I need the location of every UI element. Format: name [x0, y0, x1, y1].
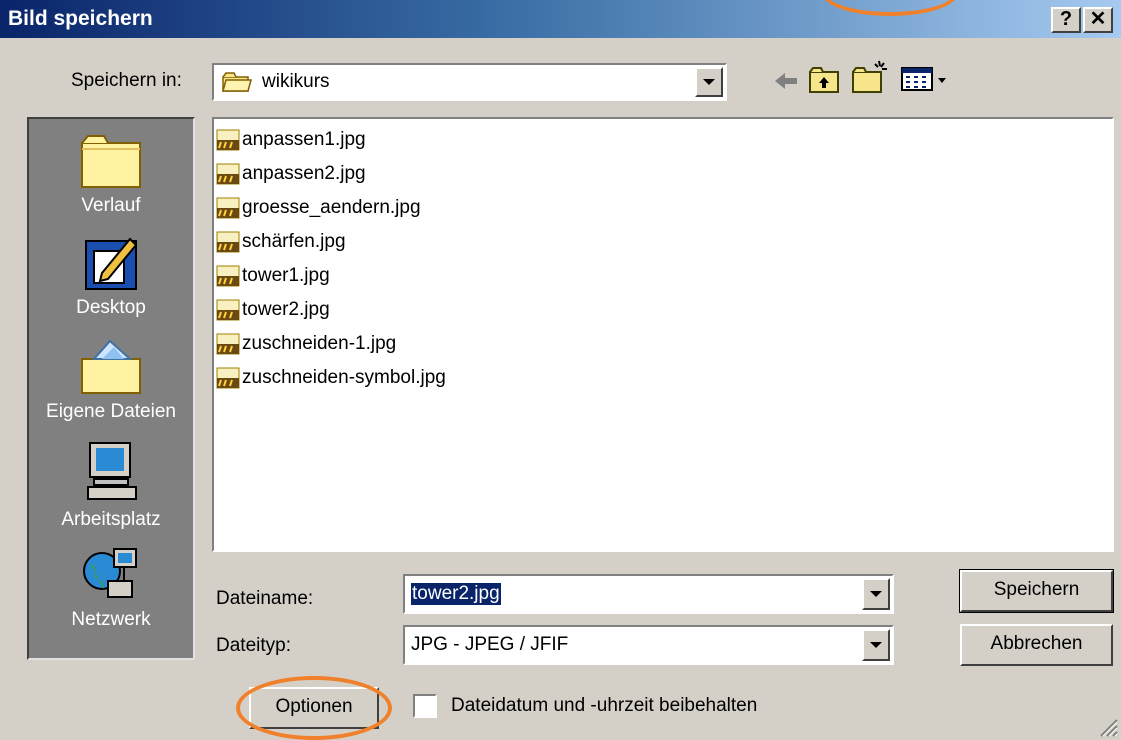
places-bar: Verlauf Desktop Eigene Dateien Arbeitspl… — [27, 117, 195, 660]
location-combobox[interactable]: wikikurs — [212, 63, 727, 101]
back-arrow-icon[interactable] — [773, 70, 799, 92]
filetype-label: Dateityp: — [216, 635, 291, 656]
jpg-file-icon — [216, 367, 240, 389]
place-label: Desktop — [76, 297, 146, 318]
file-name: anpassen2.jpg — [242, 163, 366, 184]
jpg-file-icon — [216, 231, 240, 253]
save-in-label: Speichern in: — [71, 70, 182, 91]
jpg-file-icon — [216, 265, 240, 287]
place-verlauf[interactable]: Verlauf — [29, 133, 193, 217]
history-folder-icon — [81, 135, 141, 188]
new-folder-icon[interactable] — [851, 60, 889, 94]
jpg-file-icon — [216, 333, 240, 355]
file-name: zuschneiden-1.jpg — [242, 333, 397, 354]
place-label: Eigene Dateien — [46, 401, 176, 422]
file-name: zuschneiden-symbol.jpg — [242, 367, 446, 388]
file-item[interactable]: groesse_aendern.jpg — [216, 193, 421, 223]
chevron-down-icon — [870, 642, 882, 648]
file-name: tower2.jpg — [242, 299, 330, 320]
current-folder: wikikurs — [262, 71, 330, 92]
place-label: Verlauf — [81, 195, 141, 216]
file-item[interactable]: zuschneiden-symbol.jpg — [216, 363, 446, 393]
keep-date-label: Dateidatum und -uhrzeit beibehalten — [451, 695, 758, 716]
highlight-oval-options — [236, 676, 392, 740]
close-button[interactable]: ✕ — [1083, 7, 1113, 33]
place-arbeitsplatz[interactable]: Arbeitsplatz — [29, 441, 193, 531]
desktop-icon — [85, 237, 138, 290]
up-folder-icon[interactable] — [808, 66, 840, 94]
place-eigene-dateien[interactable]: Eigene Dateien — [29, 337, 193, 423]
filename-label: Dateiname: — [216, 588, 314, 609]
jpg-file-icon — [216, 197, 240, 219]
save-button[interactable]: Speichern — [959, 569, 1114, 613]
file-list[interactable]: anpassen1.jpg anpassen2.jpg groesse_aend… — [212, 117, 1114, 552]
file-item[interactable]: zuschneiden-1.jpg — [216, 329, 396, 359]
my-computer-icon — [87, 442, 137, 500]
jpg-file-icon — [216, 129, 240, 151]
chevron-down-icon — [703, 79, 715, 85]
file-name: anpassen1.jpg — [242, 129, 366, 150]
file-item[interactable]: tower2.jpg — [216, 295, 330, 325]
filetype-dropdown-button[interactable] — [862, 629, 890, 661]
filename-input[interactable]: tower2.jpg — [411, 583, 501, 605]
file-item[interactable]: anpassen1.jpg — [216, 125, 366, 155]
file-name: schärfen.jpg — [242, 231, 346, 252]
place-desktop[interactable]: Desktop — [29, 233, 193, 319]
keep-date-checkbox[interactable] — [413, 694, 437, 718]
filename-combobox[interactable]: tower2.jpg — [403, 574, 894, 614]
place-label: Arbeitsplatz — [61, 509, 161, 530]
jpg-file-icon — [216, 299, 240, 321]
file-item[interactable]: schärfen.jpg — [216, 227, 346, 257]
folder-icon — [222, 72, 252, 92]
network-icon — [83, 548, 137, 598]
place-label: Netzwerk — [71, 609, 151, 630]
location-dropdown-button[interactable] — [695, 67, 723, 97]
file-item[interactable]: anpassen2.jpg — [216, 159, 366, 189]
chevron-down-icon — [870, 591, 882, 597]
size-grip-icon[interactable] — [1095, 714, 1119, 738]
help-button[interactable]: ? — [1051, 7, 1081, 33]
filetype-value: JPG - JPEG / JFIF — [411, 634, 569, 655]
file-name: groesse_aendern.jpg — [242, 197, 421, 218]
window-title: Bild speichern — [8, 7, 153, 30]
my-documents-icon — [81, 339, 141, 394]
title-bar[interactable]: Bild speichern ? ✕ — [0, 0, 1121, 38]
file-name: tower1.jpg — [242, 265, 330, 286]
jpg-file-icon — [216, 163, 240, 185]
place-netzwerk[interactable]: Netzwerk — [29, 545, 193, 631]
file-item[interactable]: tower1.jpg — [216, 261, 330, 291]
view-menu-icon[interactable] — [900, 66, 950, 92]
filename-dropdown-button[interactable] — [862, 578, 890, 610]
cancel-button[interactable]: Abbrechen — [960, 624, 1113, 666]
filetype-combobox[interactable]: JPG - JPEG / JFIF — [403, 625, 894, 665]
